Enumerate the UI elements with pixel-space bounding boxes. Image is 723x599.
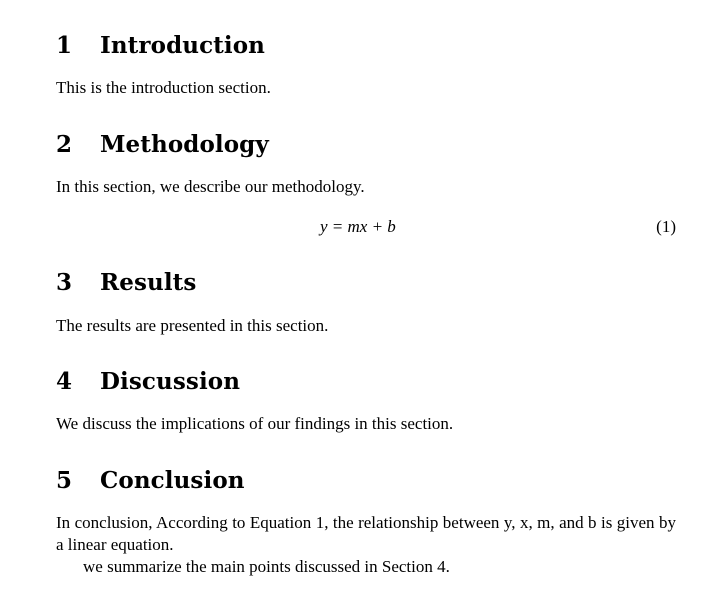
section-heading-results: 3 Results <box>56 271 196 294</box>
section-number: 4 <box>56 368 73 395</box>
equation: y = mx + b <box>320 217 396 236</box>
section-heading-conclusion: 5 Conclusion <box>56 469 245 492</box>
section-heading-methodology: 2 Methodology <box>56 133 269 156</box>
section-title: Methodology <box>100 131 269 158</box>
section-number: 1 <box>56 32 73 59</box>
section-body-discussion: We discuss the implications of our findi… <box>56 414 454 433</box>
section-body-introduction: This is the introduction section. <box>56 78 271 97</box>
section-number: 2 <box>56 131 73 158</box>
section-body-results: The results are presented in this sectio… <box>56 316 329 335</box>
section-number: 3 <box>56 269 73 296</box>
equation-row: y = mx + b (1) <box>56 215 676 239</box>
equation-number: (1) <box>656 217 676 236</box>
section-heading-introduction: 1 Introduction <box>56 34 265 57</box>
section-title: Discussion <box>100 368 241 395</box>
section-body-methodology: In this section, we describe our methodo… <box>56 177 365 196</box>
conclusion-summary: we summarize the main points discussed i… <box>83 557 450 576</box>
section-title: Introduction <box>100 32 265 59</box>
section-heading-discussion: 4 Discussion <box>56 370 240 393</box>
conclusion-paragraph: In conclusion, According to Equation 1, … <box>56 513 676 554</box>
section-title: Conclusion <box>100 467 245 494</box>
section-number: 5 <box>56 467 73 494</box>
section-title: Results <box>100 269 197 296</box>
document-page: 1 Introduction This is the introduction … <box>0 0 723 599</box>
section-body-conclusion: In conclusion, According to Equation 1, … <box>56 512 676 578</box>
